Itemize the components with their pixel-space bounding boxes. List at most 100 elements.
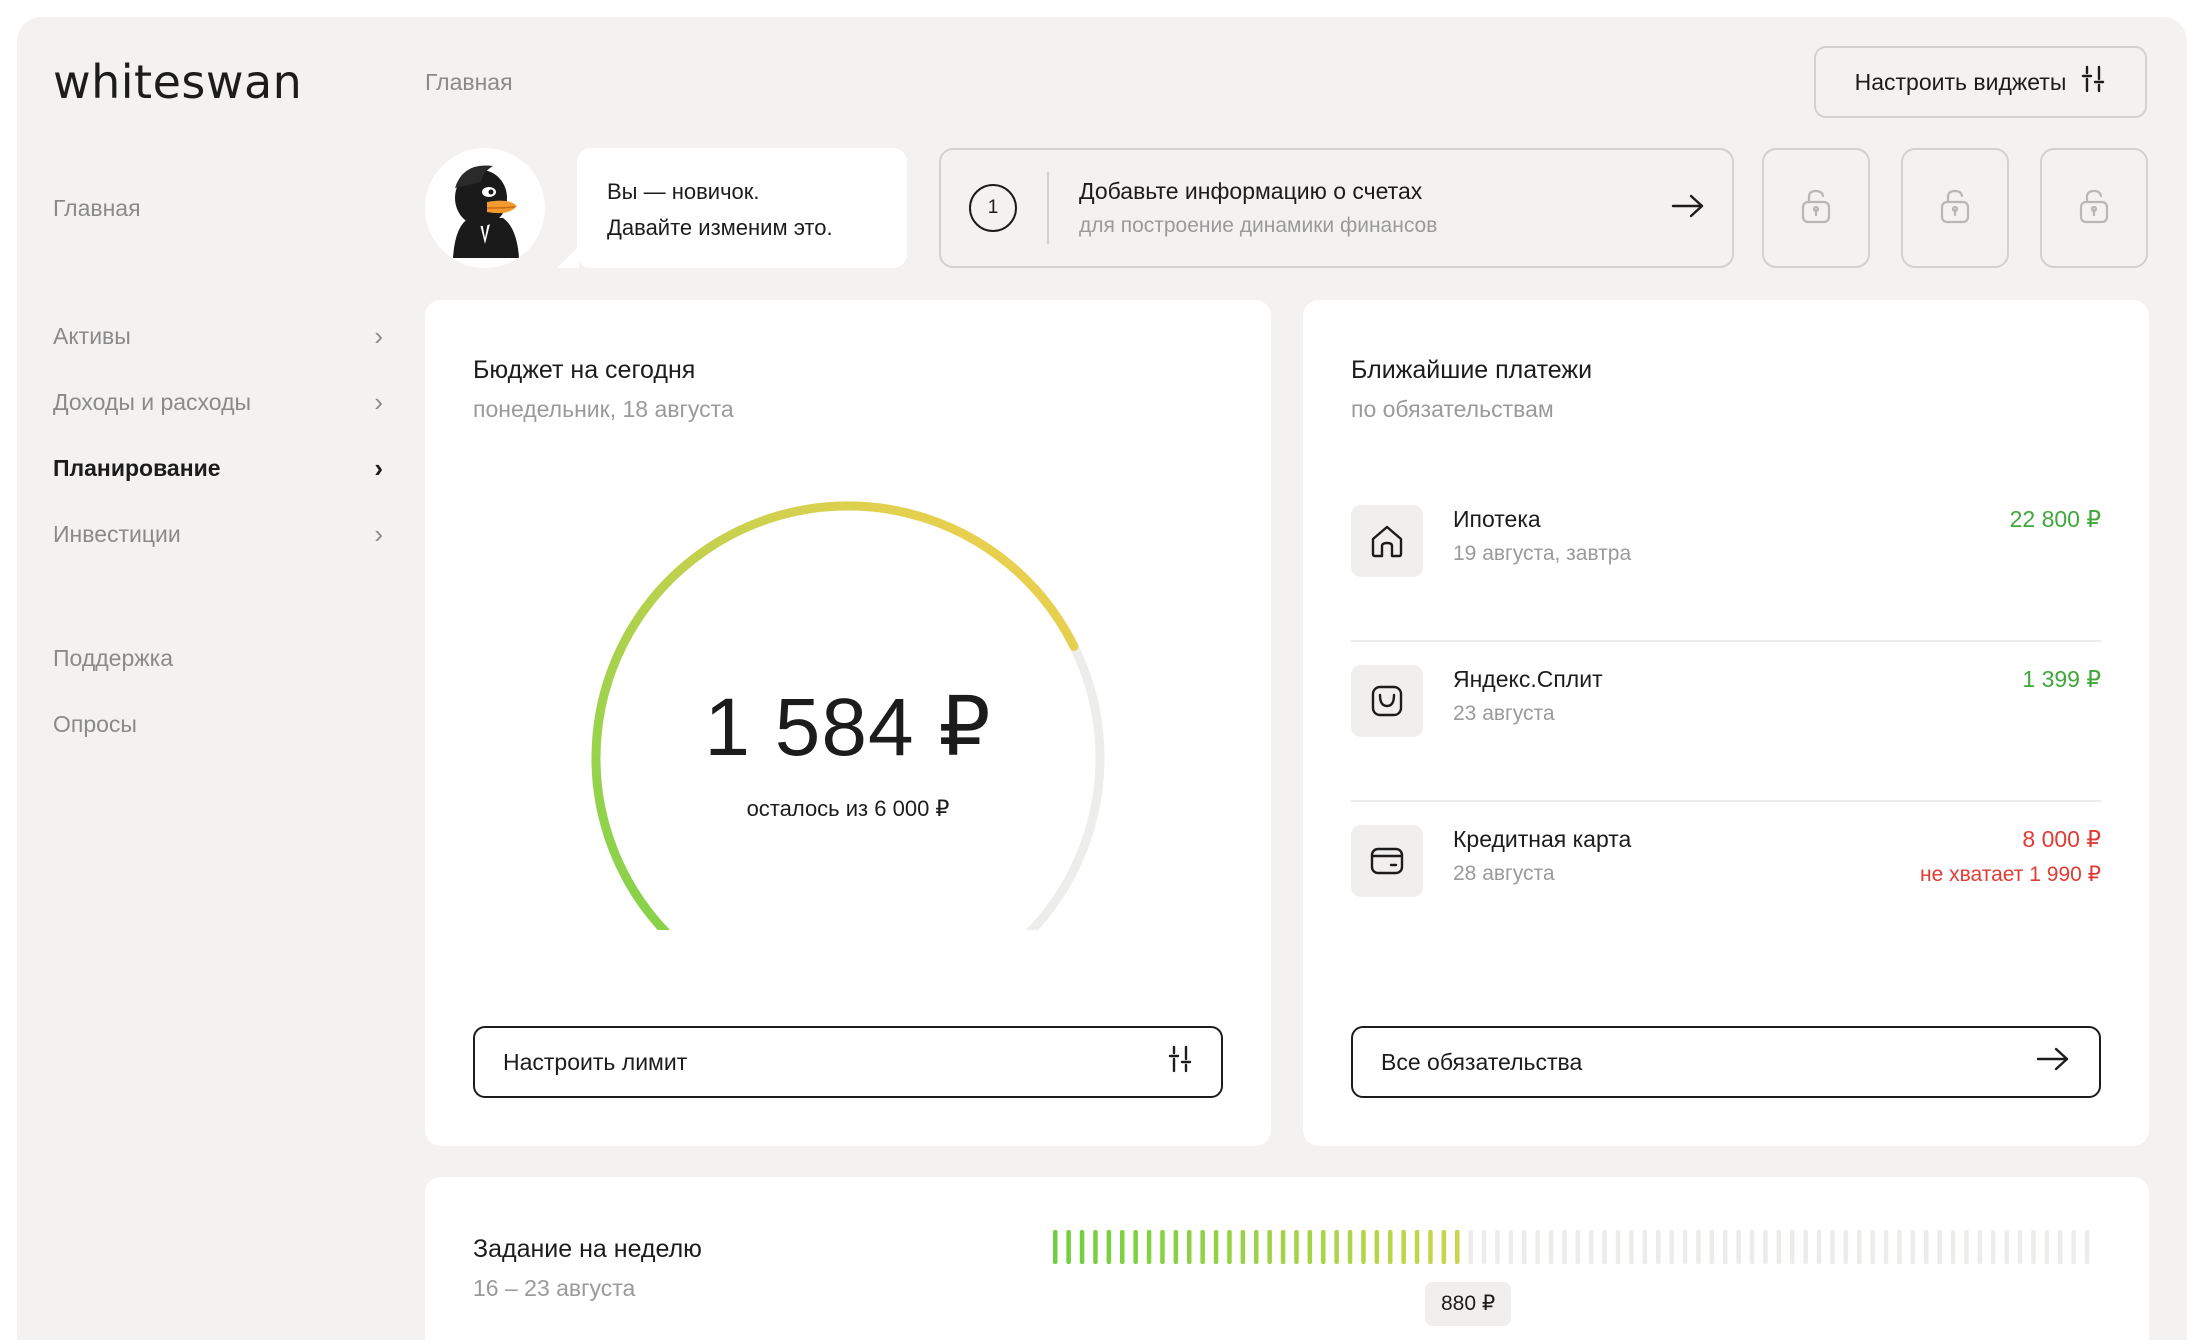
progress-tick-filled — [1267, 1230, 1272, 1264]
budget-title: Бюджет на сегодня — [473, 356, 696, 384]
progress-tick-empty — [1495, 1230, 1500, 1264]
weekly-task-card: Задание на неделю 16 – 23 августа 880 ₽ — [425, 1177, 2149, 1340]
progress-tick-filled — [1280, 1230, 1286, 1264]
progress-tick-empty — [1602, 1230, 1607, 1264]
progress-tick-empty — [1803, 1230, 1808, 1264]
progress-tick-empty — [1790, 1230, 1795, 1264]
progress-tick-empty — [1977, 1230, 1983, 1264]
progress-tick-empty — [1964, 1230, 1969, 1264]
progress-tick-empty — [1763, 1230, 1768, 1264]
progress-tick-empty — [1857, 1230, 1862, 1264]
payments-subtitle: по обязательствам — [1351, 396, 1554, 422]
progress-tick-empty — [2058, 1230, 2063, 1264]
progress-tick-empty — [1950, 1230, 1956, 1264]
progress-tick-empty — [1508, 1230, 1514, 1264]
payment-amount: 22 800 ₽ — [2009, 506, 2101, 532]
configure-limit-button[interactable]: Настроить лимит — [473, 1026, 1223, 1098]
house-icon — [1351, 505, 1423, 577]
progress-tick-filled — [1160, 1230, 1165, 1264]
progress-tick-empty — [1481, 1230, 1487, 1264]
progress-tick-empty — [1816, 1230, 1822, 1264]
progress-tick-filled — [1173, 1230, 1179, 1264]
arrow-right-icon — [2035, 1046, 2071, 1078]
progress-tick-empty — [1723, 1230, 1728, 1264]
progress-tick-filled — [1347, 1230, 1353, 1264]
progress-tick-filled — [1455, 1230, 1460, 1264]
progress-tick-filled — [1227, 1230, 1232, 1264]
progress-tick-empty — [1656, 1230, 1661, 1264]
progress-tick-empty — [2044, 1230, 2050, 1264]
progress-tick-empty — [1749, 1230, 1755, 1264]
payment-date: 23 августа — [1453, 702, 1555, 725]
progress-tick-filled — [1414, 1230, 1420, 1264]
payment-amount: 8 000 ₽ — [2022, 826, 2101, 852]
progress-tick-filled — [1428, 1230, 1433, 1264]
payments-card: Ближайшие платежи по обязательствам Ипот… — [1303, 300, 2149, 1146]
progress-tick-empty — [1924, 1230, 1929, 1264]
progress-tick-empty — [1562, 1230, 1567, 1264]
bag-icon — [1351, 665, 1423, 737]
progress-tick-empty — [1776, 1230, 1782, 1264]
progress-tick-empty — [1642, 1230, 1648, 1264]
progress-tick-filled — [1294, 1230, 1299, 1264]
progress-tick-empty — [1843, 1230, 1849, 1264]
progress-tick-filled — [1374, 1230, 1380, 1264]
progress-tick-filled — [1441, 1230, 1447, 1264]
progress-tick-empty — [1575, 1230, 1581, 1264]
sliders-icon — [1167, 1044, 1193, 1080]
progress-tick-empty — [1897, 1230, 1902, 1264]
payments-title: Ближайшие платежи — [1351, 356, 1593, 384]
all-obligations-label: Все обязательства — [1381, 1048, 1583, 1075]
progress-tick-filled — [1254, 1230, 1259, 1264]
progress-tick-filled — [1120, 1230, 1125, 1264]
progress-tick-filled — [1401, 1230, 1406, 1264]
payment-warning: не хватает 1 990 ₽ — [1920, 863, 2101, 886]
progress-tick-empty — [1468, 1230, 1473, 1264]
progress-tick-empty — [1535, 1230, 1540, 1264]
progress-tick-filled — [1200, 1230, 1205, 1264]
progress-tick-filled — [1133, 1230, 1138, 1264]
wallet-icon — [1351, 825, 1423, 897]
progress-tick-filled — [1321, 1230, 1326, 1264]
progress-tick-filled — [1213, 1230, 1219, 1264]
weekly-progress-badge: 880 ₽ — [1425, 1282, 1512, 1326]
progress-tick-empty — [1937, 1230, 1942, 1264]
payment-amount: 1 399 ₽ — [2022, 666, 2101, 692]
payment-row-yandex-split[interactable]: Яндекс.Сплит 23 августа 1 399 ₽ — [1351, 642, 2101, 802]
payment-date: 28 августа — [1453, 862, 1555, 885]
progress-tick-filled — [1106, 1230, 1112, 1264]
payment-row-credit-card[interactable]: Кредитная карта 28 августа 8 000 ₽ не хв… — [1351, 802, 2101, 962]
progress-tick-empty — [1615, 1230, 1621, 1264]
progress-tick-empty — [1883, 1230, 1889, 1264]
progress-tick-filled — [1066, 1230, 1071, 1264]
weekly-task-range: 16 – 23 августа — [473, 1275, 636, 1301]
payment-name: Яндекс.Сплит — [1453, 666, 1603, 692]
weekly-progress-bar — [1053, 1230, 2090, 1264]
progress-tick-empty — [2017, 1230, 2023, 1264]
budget-remaining-amount: 1 584 ₽ — [704, 682, 992, 773]
progress-tick-filled — [1187, 1230, 1192, 1264]
progress-tick-empty — [1548, 1230, 1554, 1264]
payment-row-mortgage[interactable]: Ипотека 19 августа, завтра 22 800 ₽ — [1351, 482, 2101, 642]
progress-tick-empty — [1910, 1230, 1916, 1264]
progress-tick-filled — [1240, 1230, 1246, 1264]
progress-tick-filled — [1093, 1230, 1098, 1264]
progress-tick-filled — [1079, 1230, 1085, 1264]
payment-date: 19 августа, завтра — [1453, 542, 1632, 565]
progress-tick-empty — [1830, 1230, 1835, 1264]
payment-name: Ипотека — [1453, 506, 1541, 532]
progress-tick-empty — [1682, 1230, 1688, 1264]
progress-tick-filled — [1334, 1230, 1339, 1264]
configure-limit-label: Настроить лимит — [503, 1048, 688, 1075]
progress-tick-empty — [1669, 1230, 1674, 1264]
weekly-task-title: Задание на неделю — [473, 1235, 702, 1263]
all-obligations-button[interactable]: Все обязательства — [1351, 1026, 2101, 1098]
progress-tick-empty — [1696, 1230, 1701, 1264]
progress-tick-empty — [1991, 1230, 1996, 1264]
progress-tick-filled — [1361, 1230, 1366, 1264]
progress-tick-empty — [1589, 1230, 1594, 1264]
progress-tick-empty — [2031, 1230, 2036, 1264]
payment-name: Кредитная карта — [1453, 826, 1632, 852]
progress-tick-empty — [1522, 1230, 1527, 1264]
progress-tick-filled — [1307, 1230, 1313, 1264]
